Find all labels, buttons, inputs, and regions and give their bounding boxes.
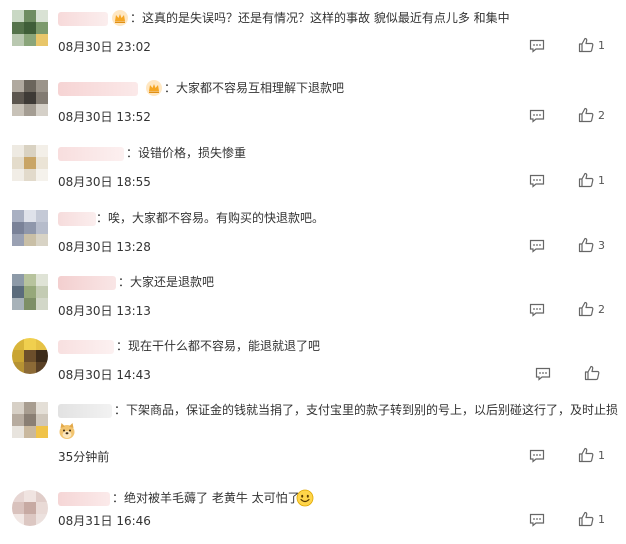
thumb-up-icon[interactable] xyxy=(578,511,594,527)
comment-icon[interactable] xyxy=(529,513,545,527)
comment-text: ：现在干什么都不容易，能退就退了吧 xyxy=(116,339,321,353)
username-blurred[interactable] xyxy=(58,404,112,418)
like-count: 1 xyxy=(598,174,605,187)
thumb-up-icon[interactable] xyxy=(578,107,594,123)
like-count: 3 xyxy=(598,239,605,252)
comment-item: ：下架商品，保证金的钱就当捐了，支付宝里的款子转到别的号上，以后别碰这行了，及时… xyxy=(0,398,626,470)
comment-icon[interactable] xyxy=(535,367,551,381)
thumb-up-icon[interactable] xyxy=(578,237,594,253)
username-blurred[interactable] xyxy=(58,82,138,96)
comment-item: ：大家都不容易互相理解下退款吧 08月30日 13:52 2 xyxy=(0,76,626,140)
comment-time: 08月31日 16:46 xyxy=(58,514,151,528)
comment-item: ：唉，大家都不容易。有购买的快退款吧。 08月30日 13:28 3 xyxy=(0,206,626,270)
comment-item: ：绝对被羊毛薅了 老黄牛 太可怕了 08月31日 16:46 1 xyxy=(0,486,626,544)
username-blurred[interactable] xyxy=(58,276,116,290)
comment-icon[interactable] xyxy=(529,39,545,53)
like-count: 2 xyxy=(598,303,605,316)
comment-item: ：现在干什么都不容易，能退就退了吧 08月30日 14:43 xyxy=(0,334,626,398)
comment-text: ：唉，大家都不容易。有购买的快退款吧。 xyxy=(96,211,325,225)
username-blurred[interactable] xyxy=(58,340,114,354)
crown-icon xyxy=(112,10,128,26)
comment-time: 08月30日 18:55 xyxy=(58,175,151,189)
like-count: 1 xyxy=(598,39,605,52)
crown-icon xyxy=(146,80,162,96)
comment-text: ：大家还是退款吧 xyxy=(118,275,215,289)
username-blurred[interactable] xyxy=(58,147,124,161)
comment-time: 08月30日 13:28 xyxy=(58,240,151,254)
thumb-up-icon[interactable] xyxy=(578,301,594,317)
like-count: 2 xyxy=(598,109,605,122)
comment-icon[interactable] xyxy=(529,303,545,317)
comment-item: ：这真的是失误吗？还是有情况？这样的事故 貌似最近有点儿多 和集中 08月30日… xyxy=(0,6,626,70)
username-blurred[interactable] xyxy=(58,492,110,506)
avatar[interactable] xyxy=(12,10,48,46)
comment-item: ：设错价格，损失惨重 08月30日 18:55 1 xyxy=(0,141,626,205)
smile-emoji-icon xyxy=(296,489,314,507)
thumb-up-icon[interactable] xyxy=(578,447,594,463)
thumb-up-icon[interactable] xyxy=(578,172,594,188)
avatar[interactable] xyxy=(12,338,48,374)
username-blurred[interactable] xyxy=(58,12,108,26)
comment-text: ：大家都不容易互相理解下退款吧 xyxy=(164,81,345,95)
comment-time: 08月30日 23:02 xyxy=(58,40,151,54)
comment-text: ：设错价格，损失惨重 xyxy=(126,146,247,160)
avatar[interactable] xyxy=(12,210,48,246)
comment-text: ：这真的是失误吗？还是有情况？这样的事故 貌似最近有点儿多 和集中 xyxy=(130,11,510,25)
avatar[interactable] xyxy=(12,402,48,438)
comment-time: 08月30日 14:43 xyxy=(58,368,151,382)
comment-icon[interactable] xyxy=(529,449,545,463)
username-blurred[interactable] xyxy=(58,212,96,226)
comment-time: 08月30日 13:13 xyxy=(58,304,151,318)
avatar[interactable] xyxy=(12,490,48,526)
comment-time: 08月30日 13:52 xyxy=(58,110,151,124)
comment-icon[interactable] xyxy=(529,239,545,253)
like-count: 1 xyxy=(598,449,605,462)
comment-icon[interactable] xyxy=(529,174,545,188)
comment-time: 35分钟前 xyxy=(58,450,110,464)
avatar[interactable] xyxy=(12,274,48,310)
avatar[interactable] xyxy=(12,80,48,116)
comment-item: ：大家还是退款吧 08月30日 13:13 2 xyxy=(0,270,626,334)
comment-text: ：绝对被羊毛薅了 老黄牛 太可怕了 xyxy=(112,491,300,505)
avatar[interactable] xyxy=(12,145,48,181)
thumb-up-icon[interactable] xyxy=(584,365,600,381)
comment-icon[interactable] xyxy=(529,109,545,123)
comment-text: ：下架商品，保证金的钱就当捐了，支付宝里的款子转到别的号上，以后别碰这行了，及时… xyxy=(114,403,619,417)
doge-emoji-icon xyxy=(59,423,75,439)
like-count: 1 xyxy=(598,513,605,526)
thumb-up-icon[interactable] xyxy=(578,37,594,53)
